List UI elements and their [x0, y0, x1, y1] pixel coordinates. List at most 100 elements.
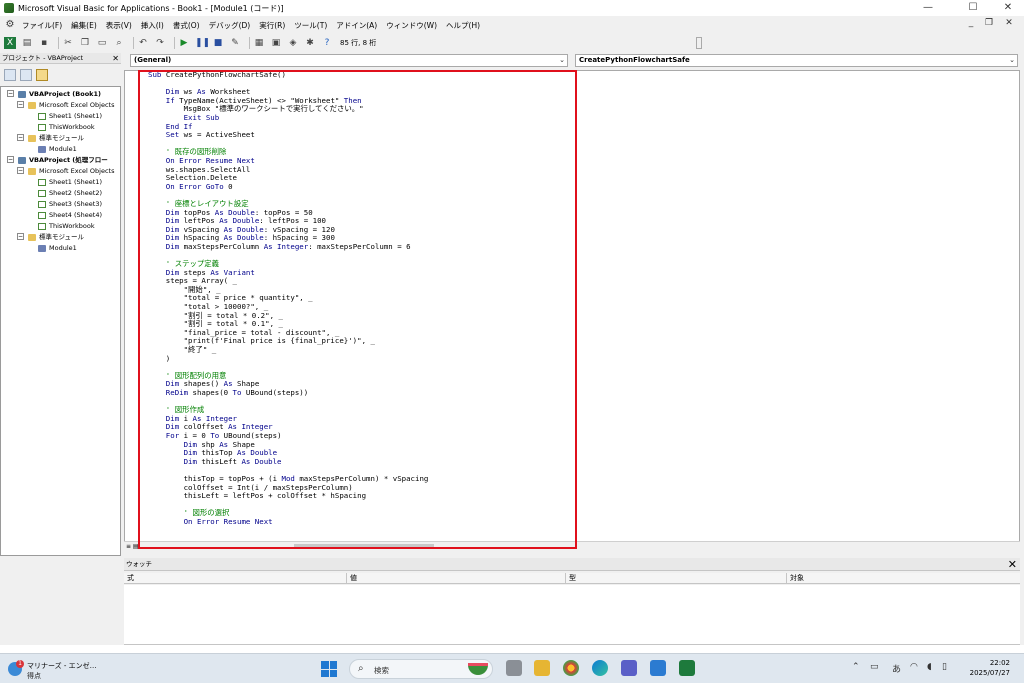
- watch-col-expression[interactable]: 式: [124, 573, 347, 584]
- project-tree-item[interactable]: Module1: [38, 243, 77, 253]
- mdi-close-button[interactable]: ✕: [1002, 18, 1016, 28]
- code-line[interactable]: "終了" _: [148, 345, 428, 355]
- chevron-up-icon[interactable]: ⌃: [852, 662, 860, 672]
- watch-pane-close-button[interactable]: ✕: [1008, 558, 1017, 571]
- project-tree-item[interactable]: Module1: [38, 144, 77, 154]
- code-editor[interactable]: Sub CreatePythonFlowchartSafe() Dim ws A…: [124, 70, 1020, 548]
- battery-icon[interactable]: ▯: [942, 662, 947, 672]
- object-browser-icon[interactable]: ◈: [287, 37, 299, 49]
- maximize-button[interactable]: ☐: [957, 0, 989, 16]
- watch-col-context[interactable]: 対象: [787, 573, 1020, 584]
- windows-start-icon[interactable]: [321, 661, 337, 677]
- menu-tools[interactable]: ツール(T): [294, 20, 327, 31]
- project-tree-item[interactable]: ThisWorkbook: [38, 221, 95, 231]
- object-combo[interactable]: (General) ⌄: [130, 54, 568, 67]
- snipping-tool-icon[interactable]: [650, 660, 666, 676]
- view-code-icon[interactable]: [4, 69, 16, 81]
- scroll-thumb[interactable]: [294, 544, 434, 549]
- menu-file[interactable]: ファイル(F): [22, 20, 62, 31]
- tree-expander[interactable]: −: [7, 156, 14, 163]
- wifi-icon[interactable]: ◠: [910, 662, 918, 672]
- news-widget[interactable]: 1 マリナーズ - エンゼ… 得点: [8, 658, 108, 680]
- menu-window[interactable]: ウィンドウ(W): [386, 20, 437, 31]
- tree-expander[interactable]: −: [17, 167, 24, 174]
- undo-icon[interactable]: ↶: [137, 37, 149, 49]
- network-tray-icon[interactable]: ▭: [870, 662, 879, 672]
- code-line[interactable]: Dim thisLeft As Double: [148, 457, 428, 467]
- code-line[interactable]: Dim maxStepsPerColumn As Integer: maxSte…: [148, 242, 428, 252]
- properties-icon[interactable]: ▣: [270, 37, 282, 49]
- run-icon[interactable]: ▶: [178, 37, 190, 49]
- project-pane-close-button[interactable]: ✕: [112, 53, 119, 64]
- menu-insert[interactable]: 挿入(I): [141, 20, 164, 31]
- help-icon[interactable]: ?: [321, 37, 333, 49]
- chrome-icon[interactable]: [563, 660, 579, 676]
- mdi-restore-button[interactable]: ❐: [982, 18, 996, 28]
- view-object-icon[interactable]: [20, 69, 32, 81]
- tree-expander[interactable]: −: [7, 90, 14, 97]
- project-tree-item[interactable]: Sheet4 (Sheet4): [38, 210, 102, 220]
- toolbar-grip[interactable]: [696, 37, 703, 49]
- close-button[interactable]: ✕: [992, 0, 1024, 16]
- code-line[interactable]: Set ws = ActiveSheet: [148, 130, 428, 140]
- menu-format[interactable]: 書式(O): [173, 20, 200, 31]
- mdi-minimize-button[interactable]: _: [964, 18, 978, 28]
- code-line[interactable]: On Error GoTo 0: [148, 182, 428, 192]
- project-tree-item[interactable]: Sheet2 (Sheet2): [38, 188, 102, 198]
- save-icon[interactable]: ▪: [38, 37, 50, 49]
- watch-col-value[interactable]: 値: [347, 573, 566, 584]
- excel-icon[interactable]: X: [4, 37, 16, 49]
- menu-edit[interactable]: 編集(E): [71, 20, 97, 31]
- code-line[interactable]: thisLeft = leftPos + colOffset * hSpacin…: [148, 491, 428, 501]
- ime-indicator[interactable]: あ: [892, 662, 901, 675]
- menu-debug[interactable]: デバッグ(D): [209, 20, 251, 31]
- menu-view[interactable]: 表示(V): [106, 20, 132, 31]
- project-tree-item[interactable]: Sheet1 (Sheet1): [38, 177, 102, 187]
- chevron-down-icon[interactable]: ⌄: [1009, 55, 1015, 66]
- tree-expander[interactable]: −: [17, 101, 24, 108]
- paste-icon[interactable]: ▭: [96, 37, 108, 49]
- watch-list[interactable]: [124, 585, 1020, 645]
- project-tree-item[interactable]: 標準モジュール: [28, 232, 84, 242]
- code-line[interactable]: On Error Resume Next: [148, 517, 428, 527]
- code-line[interactable]: Sub CreatePythonFlowchartSafe(): [148, 71, 428, 80]
- toolbox-icon[interactable]: ✱: [304, 37, 316, 49]
- project-explorer-icon[interactable]: ▦: [253, 37, 265, 49]
- menu-run[interactable]: 実行(R): [259, 20, 285, 31]
- project-tree-item[interactable]: 標準モジュール: [28, 133, 84, 143]
- project-tree-item[interactable]: Microsoft Excel Objects: [28, 100, 115, 110]
- menu-addins[interactable]: アドイン(A): [336, 20, 377, 31]
- file-explorer-icon[interactable]: [534, 660, 550, 676]
- copy-icon[interactable]: ❐: [79, 37, 91, 49]
- teams-icon[interactable]: [621, 660, 637, 676]
- tree-expander[interactable]: −: [17, 233, 24, 240]
- task-view-icon[interactable]: [506, 660, 522, 676]
- project-tree-item[interactable]: VBAProject (Book1): [18, 89, 101, 99]
- excel-taskbar-icon[interactable]: [679, 660, 695, 676]
- menu-help[interactable]: ヘルプ(H): [446, 20, 480, 31]
- volume-icon[interactable]: ◖: [927, 662, 932, 672]
- break-icon[interactable]: ❚❚: [195, 37, 210, 49]
- procedure-combo[interactable]: CreatePythonFlowchartSafe ⌄: [575, 54, 1018, 67]
- minimize-button[interactable]: —: [912, 0, 944, 16]
- code-lines[interactable]: Sub CreatePythonFlowchartSafe() Dim ws A…: [148, 71, 428, 526]
- project-tree-item[interactable]: Microsoft Excel Objects: [28, 166, 115, 176]
- code-line[interactable]: ReDim shapes(0 To UBound(steps)): [148, 388, 428, 398]
- cut-icon[interactable]: ✂: [62, 37, 74, 49]
- find-icon[interactable]: ⌕: [113, 37, 125, 49]
- vba-menu-icon[interactable]: ⚙: [4, 19, 16, 31]
- project-tree-item[interactable]: Sheet3 (Sheet3): [38, 199, 102, 209]
- view-mode-icon[interactable]: ≡ ▤: [124, 542, 142, 551]
- reset-icon[interactable]: ■: [212, 37, 224, 49]
- project-tree-item[interactable]: VBAProject (処理フロー: [18, 155, 108, 165]
- chevron-down-icon[interactable]: ⌄: [559, 55, 565, 66]
- edge-icon[interactable]: [592, 660, 608, 676]
- code-line[interactable]: ): [148, 354, 428, 364]
- watch-col-type[interactable]: 型: [566, 573, 787, 584]
- project-tree-item[interactable]: Sheet1 (Sheet1): [38, 111, 102, 121]
- toggle-folders-icon[interactable]: [36, 69, 48, 81]
- tree-expander[interactable]: −: [17, 134, 24, 141]
- taskbar-clock[interactable]: 22:02 2025/07/27: [970, 658, 1010, 678]
- redo-icon[interactable]: ↷: [154, 37, 166, 49]
- insert-module-icon[interactable]: ▤: [21, 37, 33, 49]
